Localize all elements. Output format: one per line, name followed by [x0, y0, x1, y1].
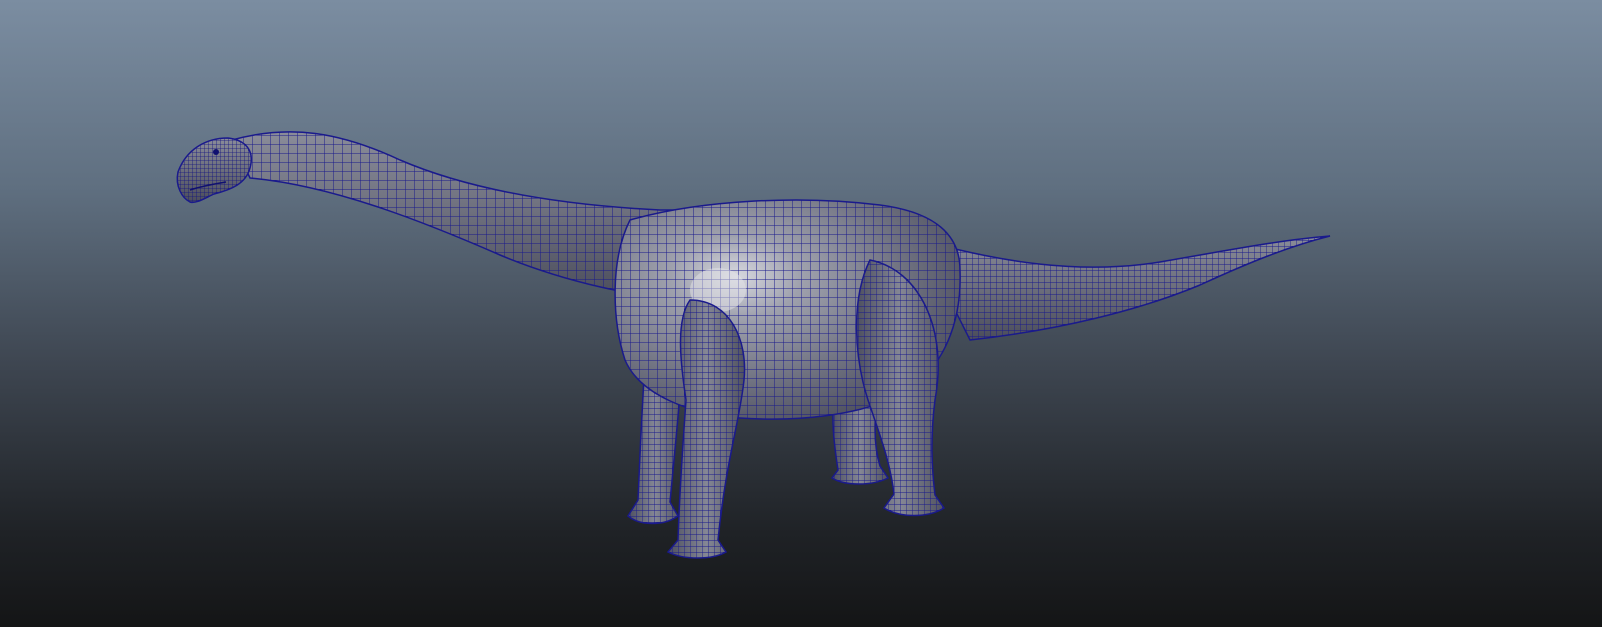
3d-viewport[interactable]: [0, 0, 1602, 627]
head: [176, 137, 252, 204]
world-origin-indicator-icon: [0, 621, 6, 627]
scene-canvas[interactable]: [0, 0, 1602, 627]
tail: [918, 235, 1331, 341]
